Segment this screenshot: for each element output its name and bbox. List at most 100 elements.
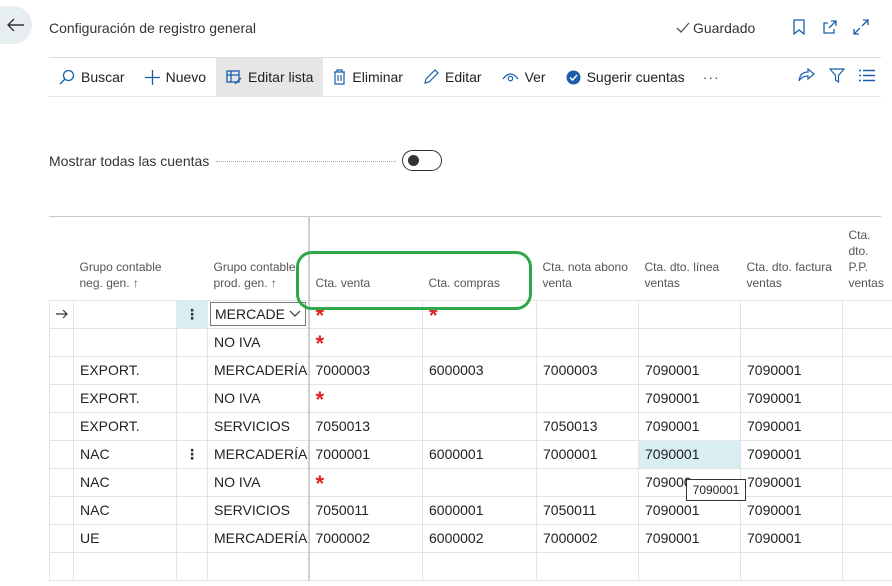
cell-cta-venta[interactable]: * <box>308 327 423 357</box>
cell-grupo-prod[interactable]: MERCADERÍA <box>207 523 310 553</box>
cell-cta-nota[interactable]: 7000002 <box>536 523 639 553</box>
cell-grupo-prod[interactable]: NO IVA <box>207 327 310 357</box>
cell-cta-nota[interactable]: 7000003 <box>536 355 639 385</box>
cell-cta-dto-pp[interactable] <box>842 439 892 469</box>
cell-grupo-prod[interactable]: MERCADERÍA <box>207 355 310 385</box>
cell-grupo-neg[interactable]: NAC <box>73 439 177 469</box>
show-all-accounts-toggle[interactable] <box>402 150 442 171</box>
column-header-grupo-neg[interactable]: Grupo contable neg. gen. ↑ <box>74 217 177 300</box>
cell-cta-nota[interactable] <box>536 467 639 497</box>
cell-cta-dto-pp[interactable] <box>842 327 892 357</box>
cell-cta-dto-factura[interactable]: 7090001 <box>740 439 843 469</box>
cell-cta-nota[interactable] <box>536 299 639 329</box>
cell-grupo-neg[interactable]: EXPORT. <box>73 411 177 441</box>
suggest-accounts-button[interactable]: Sugerir cuentas <box>556 58 695 96</box>
cell-cta-dto-factura[interactable]: 7090001 <box>740 467 843 497</box>
cell-cta-dto-factura[interactable] <box>740 327 843 357</box>
cell-cta-dto-pp[interactable] <box>842 383 892 413</box>
more-options-button[interactable]: ··· <box>695 58 728 96</box>
list-view-icon[interactable] <box>859 69 875 85</box>
cell-grupo-neg[interactable]: NAC <box>73 467 177 497</box>
cell-cta-dto-pp[interactable] <box>842 523 892 553</box>
table-row[interactable]: UE MERCADERÍA 7000002 6000002 7000002 70… <box>49 523 892 553</box>
edit-button[interactable]: Editar <box>413 58 492 96</box>
table-row[interactable]: NAC NO IVA * 709000 7090001 <box>49 467 892 497</box>
back-button[interactable] <box>0 6 32 44</box>
cell-cta-dto-pp[interactable] <box>842 355 892 385</box>
cell-grupo-neg[interactable]: UE <box>73 523 177 553</box>
cell-cta-venta[interactable]: 7000003 <box>308 355 423 385</box>
cell-cta-dto-linea[interactable]: 7090001 <box>638 523 741 553</box>
bookmark-icon[interactable] <box>790 18 808 36</box>
cell-cta-dto-pp[interactable] <box>842 299 892 329</box>
cell-cta-venta[interactable]: 7050011 <box>308 495 423 525</box>
cell-grupo-prod[interactable]: MERCADERÍA <box>207 439 310 469</box>
cell-cta-venta[interactable]: * <box>308 467 423 497</box>
table-row-empty[interactable] <box>49 551 892 581</box>
cell-cta-dto-factura[interactable] <box>740 299 843 329</box>
cell-cta-dto-factura[interactable]: 7090001 <box>740 523 843 553</box>
cell-cta-dto-linea[interactable] <box>638 299 741 329</box>
cell-cta-compras[interactable] <box>422 411 537 441</box>
cell-cta-dto-pp[interactable] <box>842 495 892 525</box>
cell-cta-dto-linea[interactable]: 7090001 <box>638 411 741 441</box>
cell-cta-venta[interactable]: 7000002 <box>308 523 423 553</box>
share-icon[interactable] <box>798 67 815 86</box>
cell-grupo-prod[interactable]: SERVICIOS <box>207 495 310 525</box>
cell-cta-compras[interactable]: 6000003 <box>422 355 537 385</box>
table-row[interactable]: EXPORT. NO IVA * 7090001 7090001 <box>49 383 892 413</box>
row-menu-button[interactable]: ⋮ <box>176 439 208 469</box>
cell-cta-dto-factura[interactable]: 7090001 <box>740 495 843 525</box>
cell-grupo-neg[interactable] <box>73 327 177 357</box>
cell-grupo-neg[interactable]: EXPORT. <box>73 355 177 385</box>
cell-cta-compras[interactable] <box>422 383 537 413</box>
table-row[interactable]: NAC SERVICIOS 7050011 6000001 7050011 70… <box>49 495 892 525</box>
cell-cta-dto-linea[interactable]: 7090001 <box>638 439 741 469</box>
new-button[interactable]: Nuevo <box>135 58 216 96</box>
cell-cta-compras[interactable]: 6000001 <box>422 439 537 469</box>
cell-grupo-neg[interactable]: NAC <box>73 495 177 525</box>
column-header-grupo-prod[interactable]: Grupo contable prod. gen. ↑ <box>207 217 310 300</box>
expand-icon[interactable] <box>852 18 870 36</box>
delete-button[interactable]: Eliminar <box>323 58 413 96</box>
filter-icon[interactable] <box>828 68 846 86</box>
table-row[interactable]: EXPORT. SERVICIOS 7050013 7050013 709000… <box>49 411 892 441</box>
cell-cta-dto-pp[interactable] <box>842 467 892 497</box>
column-header-cta-dto-linea[interactable]: Cta. dto. línea ventas <box>639 217 741 300</box>
column-header-cta-nota[interactable]: Cta. nota abono venta <box>537 217 639 300</box>
row-menu-button[interactable]: ⋮ <box>176 299 208 329</box>
grupo-prod-dropdown[interactable]: MERCADE <box>210 302 306 326</box>
cell-cta-nota[interactable]: 7050011 <box>536 495 639 525</box>
cell-cta-dto-factura[interactable]: 7090001 <box>740 383 843 413</box>
cell-cta-compras[interactable]: 6000001 <box>422 495 537 525</box>
cell-cta-venta[interactable]: * <box>308 383 423 413</box>
cell-cta-compras[interactable] <box>422 467 537 497</box>
cell-cta-compras[interactable] <box>422 327 537 357</box>
cell-grupo-prod[interactable]: NO IVA <box>207 467 310 497</box>
cell-cta-dto-factura[interactable]: 7090001 <box>740 355 843 385</box>
column-header-cta-dto-pp[interactable]: Cta. dto. P.P. ventas <box>843 217 892 300</box>
cell-cta-dto-pp[interactable] <box>842 411 892 441</box>
edit-list-button[interactable]: Editar lista <box>216 58 324 96</box>
cell-cta-nota[interactable]: 7000001 <box>536 439 639 469</box>
cell-cta-nota[interactable]: 7050013 <box>536 411 639 441</box>
cell-cta-dto-linea[interactable]: 7090001 <box>638 383 741 413</box>
cell-cta-nota[interactable] <box>536 383 639 413</box>
cell-cta-dto-linea[interactable]: 7090001 <box>638 355 741 385</box>
cell-cta-compras[interactable]: 6000002 <box>422 523 537 553</box>
cell-cta-dto-linea[interactable] <box>638 327 741 357</box>
cell-cta-venta[interactable]: 7000001 <box>308 439 423 469</box>
column-header-cta-dto-factura[interactable]: Cta. dto. factura ventas <box>741 217 843 300</box>
cell-grupo-prod[interactable]: SERVICIOS <box>207 411 310 441</box>
search-button[interactable]: Buscar <box>49 58 135 96</box>
open-new-window-icon[interactable] <box>821 18 839 36</box>
cell-grupo-prod[interactable]: NO IVA <box>207 383 310 413</box>
cell-grupo-neg[interactable]: EXPORT. <box>73 383 177 413</box>
cell-cta-dto-factura[interactable]: 7090001 <box>740 411 843 441</box>
table-row[interactable]: NO IVA * <box>49 327 892 357</box>
cell-cta-nota[interactable] <box>536 327 639 357</box>
view-button[interactable]: Ver <box>492 58 556 96</box>
table-row[interactable]: EXPORT. MERCADERÍA 7000003 6000003 70000… <box>49 355 892 385</box>
table-row[interactable]: NAC ⋮ MERCADERÍA 7000001 6000001 7000001… <box>49 439 892 469</box>
cell-cta-venta[interactable]: 7050013 <box>308 411 423 441</box>
